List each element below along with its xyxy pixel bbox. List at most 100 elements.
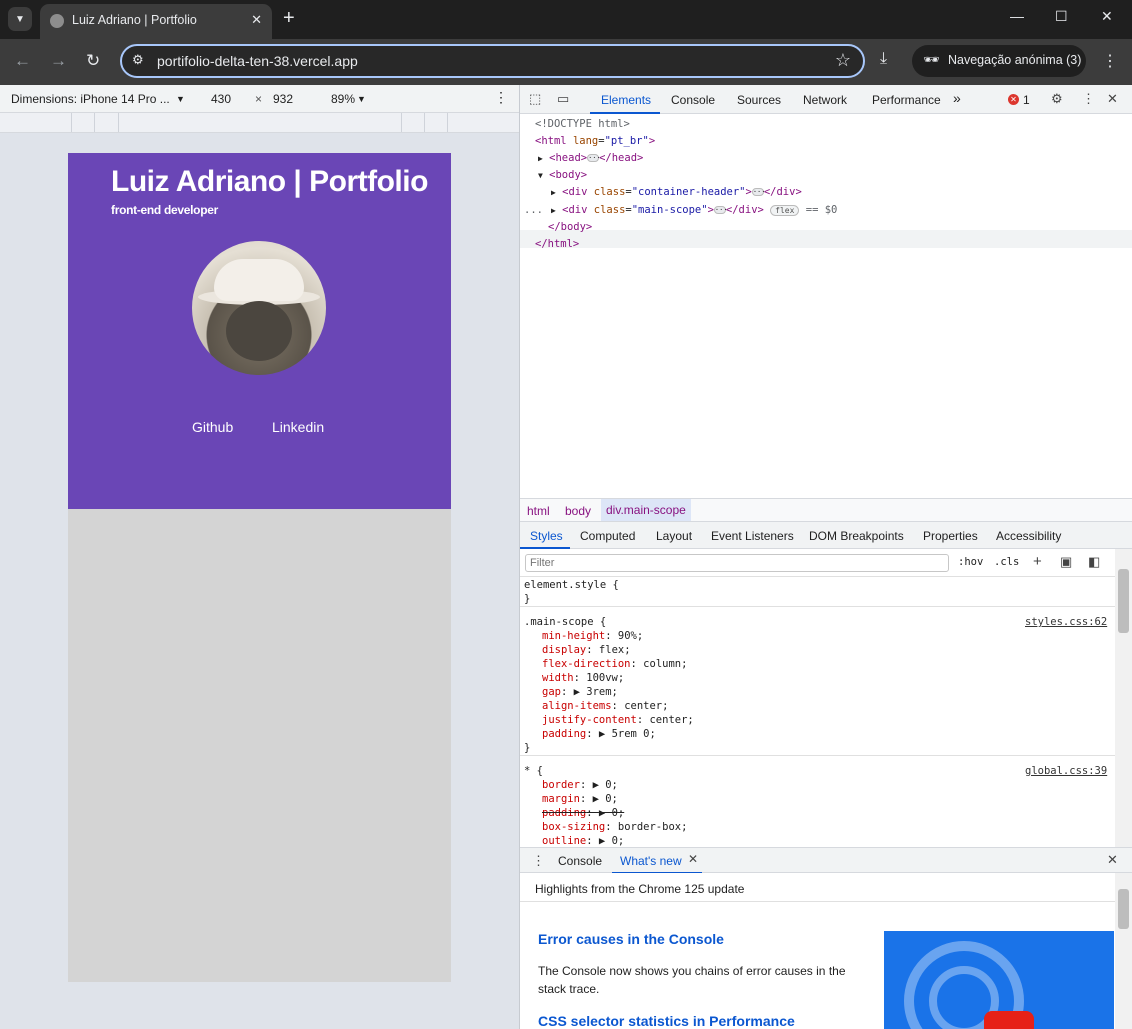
universal-selector[interactable]: * { bbox=[524, 765, 543, 777]
tab-sources[interactable]: Sources bbox=[737, 93, 781, 107]
css-property-name[interactable]: border bbox=[542, 779, 580, 791]
css-declaration[interactable]: justify-content: center; bbox=[542, 714, 694, 726]
css-property-name[interactable]: align-items bbox=[542, 700, 612, 712]
styles-scrollbar[interactable] bbox=[1115, 549, 1132, 847]
css-declaration[interactable]: box-sizing: border-box; bbox=[542, 821, 687, 833]
close-whats-new-icon[interactable]: ✕ bbox=[688, 852, 698, 866]
maximize-icon[interactable]: ☐ bbox=[1055, 8, 1068, 25]
breadcrumb-html[interactable]: html bbox=[527, 504, 550, 518]
drawer-tab-console[interactable]: Console bbox=[558, 854, 602, 868]
whats-new-scrollbar[interactable] bbox=[1115, 873, 1132, 1029]
zoom-select[interactable]: 89% bbox=[331, 92, 355, 106]
tab-dom-breakpoints[interactable]: DOM Breakpoints bbox=[809, 529, 904, 543]
close-devtools-icon[interactable]: ✕ bbox=[1107, 91, 1118, 107]
body-open-line[interactable]: ▼ <body> bbox=[538, 169, 587, 181]
dom-gutter-dots[interactable]: ... bbox=[524, 204, 543, 216]
device-toggle-icon[interactable]: ▭ bbox=[557, 91, 569, 107]
css-property-name[interactable]: display bbox=[542, 644, 586, 656]
css-declaration[interactable]: border: ▶ 0; bbox=[542, 779, 618, 791]
styles-filter-input[interactable]: Filter bbox=[525, 554, 949, 572]
error-icon[interactable]: ✕ bbox=[1008, 94, 1019, 105]
css-declaration[interactable]: margin: ▶ 0; bbox=[542, 793, 618, 805]
incognito-profile-button[interactable]: 🕶 Navegação anónima (3) bbox=[912, 45, 1086, 77]
device-toolbar-more-icon[interactable]: ⋮ bbox=[494, 89, 508, 106]
head-line[interactable]: ▶ <head>···</head> bbox=[538, 152, 643, 164]
css-declaration[interactable]: gap: ▶ 3rem; bbox=[542, 686, 618, 698]
close-drawer-icon[interactable]: ✕ bbox=[1107, 852, 1118, 868]
css-property-name[interactable]: width bbox=[542, 672, 574, 684]
tab-console[interactable]: Console bbox=[671, 93, 715, 107]
css-property-value[interactable]: center; bbox=[649, 714, 693, 726]
device-width-input[interactable]: 430 bbox=[211, 92, 231, 106]
forward-arrow-icon[interactable]: → bbox=[50, 51, 67, 71]
css-declaration[interactable]: display: flex; bbox=[542, 644, 631, 656]
more-tabs-icon[interactable]: » bbox=[953, 90, 961, 106]
tab-event-listeners[interactable]: Event Listeners bbox=[711, 529, 794, 543]
address-bar[interactable]: ⚙ portifolio-delta-ten-38.vercel.app ☆ bbox=[120, 44, 865, 78]
close-tab-icon[interactable]: ✕ bbox=[251, 12, 262, 28]
hov-toggle[interactable]: :hov bbox=[958, 556, 983, 568]
styles-css-source-link[interactable]: styles.css:62 bbox=[1025, 616, 1107, 628]
css-property-value[interactable]: ▶ 0; bbox=[599, 807, 624, 819]
devtools-menu-icon[interactable]: ⋮ bbox=[1082, 91, 1095, 107]
tab-performance[interactable]: Performance bbox=[872, 93, 941, 107]
breadcrumb-main-scope[interactable]: div.main-scope bbox=[601, 499, 691, 521]
css-property-value[interactable]: border-box; bbox=[618, 821, 688, 833]
dropdown-arrow-icon[interactable]: ▼ bbox=[176, 94, 185, 104]
whats-new-video-thumbnail[interactable] bbox=[884, 931, 1114, 1029]
github-link[interactable]: Github bbox=[192, 419, 233, 435]
css-property-name[interactable]: margin bbox=[542, 793, 580, 805]
css-property-value[interactable]: 100vw; bbox=[586, 672, 624, 684]
zoom-dropdown-arrow-icon[interactable]: ▼ bbox=[357, 94, 366, 104]
tab-elements[interactable]: Elements bbox=[601, 93, 651, 107]
css-property-value[interactable]: center; bbox=[624, 700, 668, 712]
css-property-name[interactable]: padding bbox=[542, 807, 586, 819]
css-property-value[interactable]: flex; bbox=[599, 644, 631, 656]
toggle-sidebar-icon[interactable]: ◧ bbox=[1088, 554, 1100, 570]
breadcrumb-body[interactable]: body bbox=[565, 504, 591, 518]
media-query-ruler[interactable] bbox=[0, 113, 519, 133]
drawer-tab-whats-new[interactable]: What's new bbox=[620, 854, 682, 868]
css-property-name[interactable]: padding bbox=[542, 728, 586, 740]
css-declaration[interactable]: min-height: 90%; bbox=[542, 630, 643, 642]
error-count[interactable]: 1 bbox=[1023, 93, 1030, 107]
css-property-name[interactable]: min-height bbox=[542, 630, 605, 642]
browser-menu-icon[interactable]: ⋮ bbox=[1102, 51, 1118, 71]
whats-new-item-2-title[interactable]: CSS selector statistics in Performance bbox=[538, 1013, 795, 1029]
css-declaration[interactable]: outline: ▶ 0; bbox=[542, 835, 624, 847]
url-text[interactable]: portifolio-delta-ten-38.vercel.app bbox=[157, 53, 358, 69]
css-property-value[interactable]: ▶ 0; bbox=[593, 779, 618, 791]
element-style-selector[interactable]: element.style { bbox=[524, 579, 619, 591]
global-css-source-link[interactable]: global.css:39 bbox=[1025, 765, 1107, 777]
device-height-input[interactable]: 932 bbox=[273, 92, 293, 106]
paint-brush-icon[interactable]: ▣ bbox=[1060, 554, 1072, 570]
css-property-name[interactable]: justify-content bbox=[542, 714, 637, 726]
inspect-element-icon[interactable]: ⬚ bbox=[529, 91, 541, 107]
new-style-rule-icon[interactable]: + bbox=[1033, 553, 1042, 570]
css-property-value[interactable]: ▶ 3rem; bbox=[574, 686, 618, 698]
close-window-icon[interactable]: ✕ bbox=[1101, 8, 1113, 25]
css-property-value[interactable]: ▶ 0; bbox=[599, 835, 624, 847]
css-declaration[interactable]: flex-direction: column; bbox=[542, 658, 687, 670]
css-property-name[interactable]: box-sizing bbox=[542, 821, 605, 833]
css-property-value[interactable]: ▶ 5rem 0; bbox=[599, 728, 656, 740]
html-close-line[interactable]: </html> bbox=[535, 238, 579, 250]
device-dimensions-select[interactable]: Dimensions: iPhone 14 Pro ... bbox=[11, 92, 170, 106]
css-property-name[interactable]: flex-direction bbox=[542, 658, 631, 670]
css-property-value[interactable]: ▶ 0; bbox=[593, 793, 618, 805]
back-arrow-icon[interactable]: ← bbox=[14, 51, 31, 71]
youtube-play-icon[interactable] bbox=[984, 1011, 1034, 1029]
css-declaration[interactable]: padding: ▶ 5rem 0; bbox=[542, 728, 656, 740]
bookmark-star-icon[interactable]: ☆ bbox=[835, 50, 851, 71]
minimize-icon[interactable]: — bbox=[1010, 8, 1024, 24]
settings-gear-icon[interactable]: ⚙ bbox=[1051, 91, 1063, 107]
css-property-value[interactable]: 90%; bbox=[618, 630, 643, 642]
main-scope-line[interactable]: ▶ <div class="main-scope">···</div> flex… bbox=[551, 204, 837, 216]
tab-accessibility[interactable]: Accessibility bbox=[996, 529, 1061, 543]
tab-network[interactable]: Network bbox=[803, 93, 847, 107]
selected-dom-row[interactable] bbox=[520, 230, 1132, 248]
css-declaration[interactable]: align-items: center; bbox=[542, 700, 668, 712]
flex-badge[interactable]: flex bbox=[770, 204, 800, 216]
tab-styles[interactable]: Styles bbox=[530, 529, 563, 543]
new-tab-plus-icon[interactable]: + bbox=[283, 7, 295, 29]
